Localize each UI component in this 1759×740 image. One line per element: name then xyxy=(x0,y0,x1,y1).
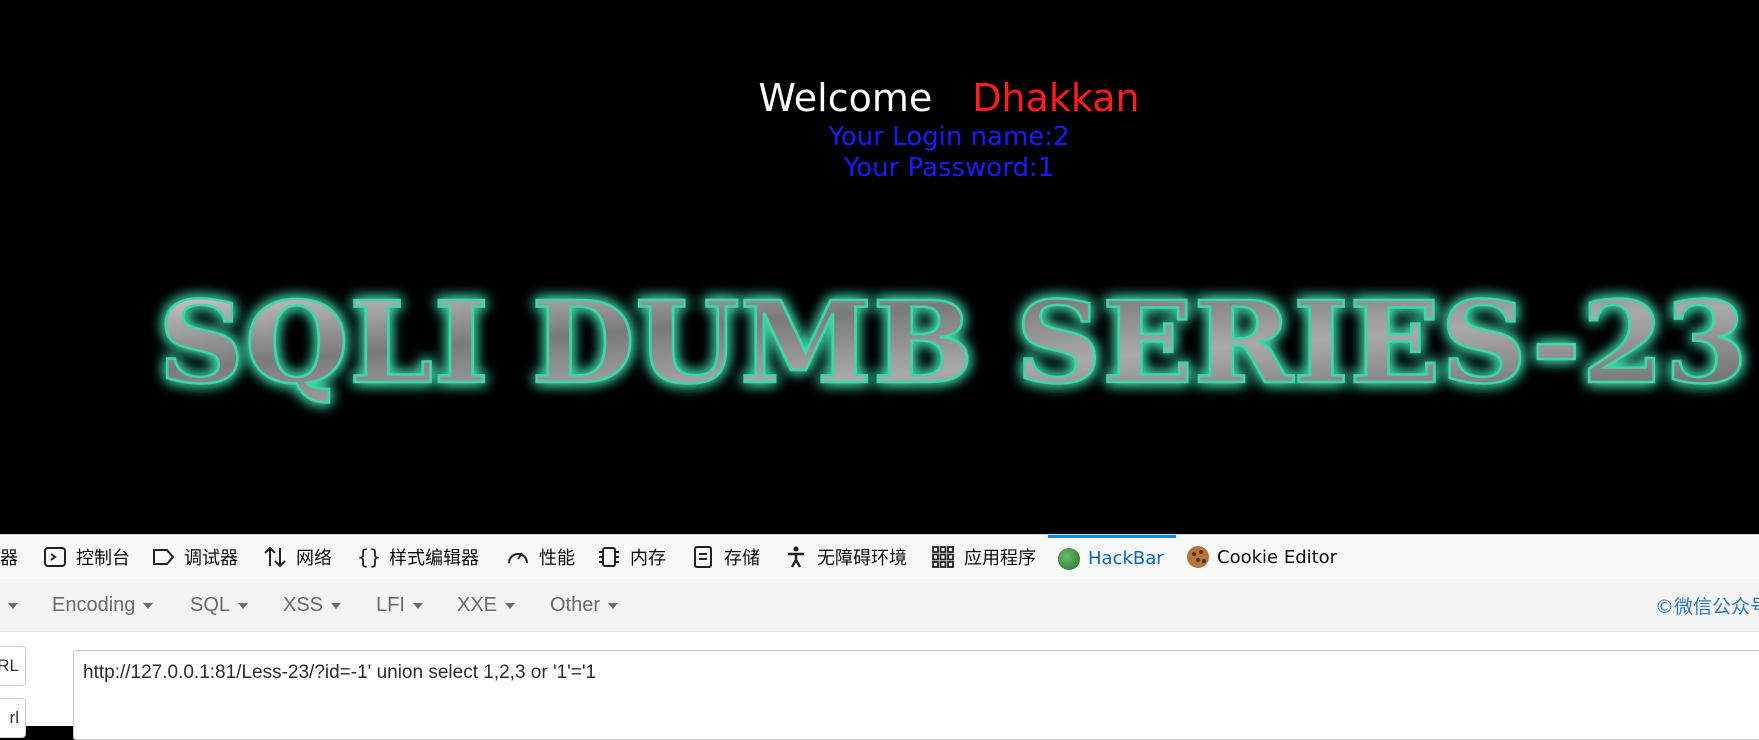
cookie-icon xyxy=(1187,546,1209,568)
chevron-down-icon xyxy=(8,603,18,609)
tab-label: 性能 xyxy=(539,548,575,569)
chevron-down-icon xyxy=(238,603,249,609)
application-icon xyxy=(932,546,954,568)
style-editor-icon: {} xyxy=(357,545,381,569)
tab-label: 样式编辑器 xyxy=(389,548,479,569)
split-url-button[interactable]: rl xyxy=(0,698,26,738)
chevron-down-icon xyxy=(608,603,619,609)
memory-icon xyxy=(599,547,619,567)
menu-label: XXE xyxy=(457,593,498,616)
storage-icon xyxy=(694,546,712,568)
menu-sql[interactable]: SQL xyxy=(190,579,249,631)
url-input[interactable]: http://127.0.0.1:81/Less-23/?id=-1' unio… xyxy=(73,650,1759,740)
tab-label: HackBar xyxy=(1088,548,1164,569)
menu-lfi[interactable]: LFI xyxy=(376,579,423,631)
tab-label: 内存 xyxy=(630,548,666,569)
menu-label: LFI xyxy=(376,593,405,616)
performance-icon xyxy=(508,552,528,564)
sqli-page: Welcome Dhakkan Your Login name:2 Your Pa… xyxy=(0,0,1759,534)
tab-label: 存储 xyxy=(724,548,760,569)
tab-storage[interactable]: 存储 xyxy=(690,535,760,579)
tab-label: 网络 xyxy=(296,548,332,569)
tab-label: 调试器 xyxy=(184,548,238,569)
hackbar-icon xyxy=(1058,547,1080,570)
tab-inspector[interactable]: 器 xyxy=(0,535,18,579)
tab-label: Cookie Editor xyxy=(1217,546,1338,568)
user-name: Dhakkan xyxy=(972,76,1140,120)
menu-load[interactable] xyxy=(0,579,18,631)
tab-label: 控制台 xyxy=(76,548,130,569)
network-icon xyxy=(264,546,286,568)
svg-text:{}: {} xyxy=(357,545,381,569)
hackbar-workarea: RL rl http://127.0.0.1:81/Less-23/?id=-1… xyxy=(0,632,1759,740)
password-line: Your Password:1 xyxy=(843,153,1055,183)
menu-label: Encoding xyxy=(52,593,136,616)
tab-network[interactable]: 网络 xyxy=(262,535,332,579)
credit-text: ©微信公众号 xyxy=(1654,595,1759,618)
tab-cookie-editor[interactable]: Cookie Editor xyxy=(1187,535,1337,579)
tab-style-editor[interactable]: {} 样式编辑器 xyxy=(355,535,479,579)
login-name-line: Your Login name:2 xyxy=(828,122,1070,152)
menu-other[interactable]: Other xyxy=(550,579,619,631)
console-icon xyxy=(44,547,66,567)
tab-memory[interactable]: 内存 xyxy=(596,535,666,579)
hackbar-menubar: Encoding SQL XSS LFI XXE Other ©微信公众号 xyxy=(0,579,1759,632)
menu-xxe[interactable]: XXE xyxy=(457,579,516,631)
tab-accessibility[interactable]: 无障碍环境 xyxy=(783,535,907,579)
menu-label: SQL xyxy=(190,593,231,616)
welcome-text: Welcome xyxy=(758,76,933,120)
welcome-line: Welcome Dhakkan xyxy=(0,76,1759,120)
devtools-panel: 器 控制台 调试器 网络 {} 样式编辑器 性能 内存 存储 无障碍环境 应用程… xyxy=(0,534,1759,740)
tab-label: 器 xyxy=(0,548,18,569)
menu-encoding[interactable]: Encoding xyxy=(52,579,154,631)
tab-label: 应用程序 xyxy=(964,548,1036,569)
tab-hackbar[interactable]: HackBar xyxy=(1048,535,1176,579)
debugger-icon xyxy=(153,549,175,565)
tab-application[interactable]: 应用程序 xyxy=(930,535,1036,579)
devtools-tabbar: 器 控制台 调试器 网络 {} 样式编辑器 性能 内存 存储 无障碍环境 应用程… xyxy=(0,534,1759,580)
sqli-banner: SQLI DUMB SERIES-23 xyxy=(157,277,1750,411)
load-url-button[interactable]: RL xyxy=(0,646,26,686)
tab-label: 无障碍环境 xyxy=(817,548,907,569)
accessibility-icon xyxy=(788,546,804,568)
banner-text: SQLI DUMB SERIES-23 xyxy=(158,278,1748,409)
chevron-down-icon xyxy=(331,603,342,609)
tab-debugger[interactable]: 调试器 xyxy=(150,535,238,579)
menu-label: XSS xyxy=(283,593,324,616)
chevron-down-icon xyxy=(505,603,516,609)
chevron-down-icon xyxy=(143,603,154,609)
tab-performance[interactable]: 性能 xyxy=(505,535,575,579)
menu-label: Other xyxy=(550,593,601,616)
chevron-down-icon xyxy=(412,603,423,609)
tab-console[interactable]: 控制台 xyxy=(42,535,130,579)
menu-xss[interactable]: XSS xyxy=(283,579,342,631)
